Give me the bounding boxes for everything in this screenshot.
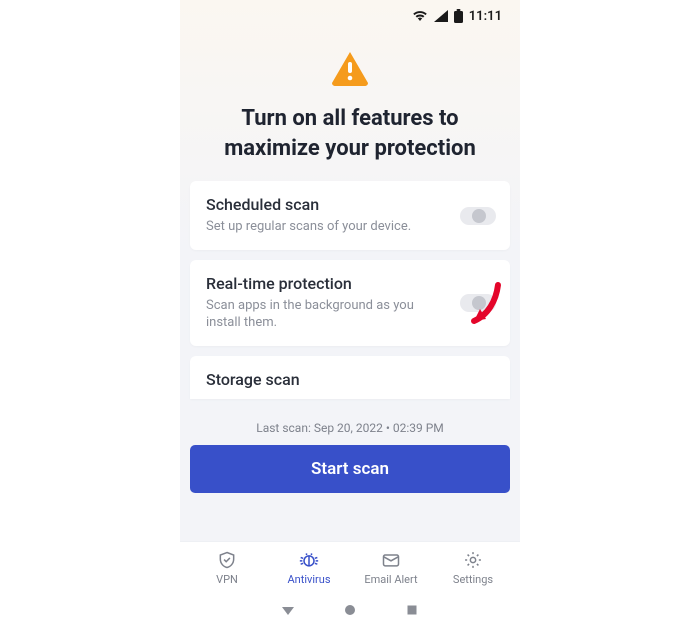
hero-title-line1: Turn on all features to: [241, 106, 458, 131]
shield-icon: [217, 550, 237, 570]
realtime-protection-toggle[interactable]: [460, 294, 496, 312]
feature-list: Scheduled scan Set up regular scans of y…: [180, 181, 520, 407]
status-bar: 11:11: [180, 0, 520, 30]
nav-label: Settings: [453, 573, 493, 586]
scheduled-scan-toggle[interactable]: [460, 207, 496, 225]
feature-desc: Scan apps in the background as you insta…: [206, 297, 446, 332]
wifi-icon: [412, 10, 428, 22]
cellular-icon: [434, 10, 448, 22]
last-scan-text: Last scan: Sep 20, 2022 • 02:39 PM: [180, 407, 520, 445]
feature-scheduled-scan[interactable]: Scheduled scan Set up regular scans of y…: [190, 181, 510, 250]
hero: Turn on all features to maximize your pr…: [180, 30, 520, 181]
feature-storage-scan[interactable]: Storage scan: [190, 356, 510, 399]
nav-vpn[interactable]: VPN: [186, 550, 268, 586]
phone-frame: 11:11 Turn on all features to maximize y…: [180, 0, 520, 630]
feature-desc: Set up regular scans of your device.: [206, 218, 446, 236]
battery-icon: [454, 9, 463, 23]
bottom-nav: VPN Antivirus Email Alert Settings: [180, 541, 520, 592]
feature-realtime-protection[interactable]: Real-time protection Scan apps in the ba…: [190, 260, 510, 346]
back-softkey[interactable]: [281, 602, 295, 621]
nav-settings[interactable]: Settings: [432, 550, 514, 586]
home-softkey[interactable]: [343, 602, 357, 621]
gear-icon: [463, 550, 483, 570]
hero-title: Turn on all features to maximize your pr…: [200, 104, 500, 163]
nav-label: Antivirus: [288, 573, 331, 586]
feature-title: Scheduled scan: [206, 195, 446, 214]
nav-label: VPN: [216, 573, 238, 586]
start-scan-button[interactable]: Start scan: [190, 445, 510, 493]
nav-antivirus[interactable]: Antivirus: [268, 550, 350, 586]
bug-icon: [299, 550, 319, 570]
feature-title: Real-time protection: [206, 274, 446, 293]
nav-email-alert[interactable]: Email Alert: [350, 550, 432, 586]
stage: 11:11 Turn on all features to maximize y…: [0, 0, 700, 630]
android-softkeys: [180, 592, 520, 630]
hero-title-line2: maximize your protection: [224, 136, 476, 161]
feature-title: Storage scan: [206, 370, 446, 389]
warning-icon: [200, 50, 500, 90]
nav-label: Email Alert: [364, 573, 417, 586]
recent-softkey[interactable]: [405, 602, 419, 621]
status-time: 11:11: [469, 9, 502, 24]
mail-icon: [381, 550, 401, 570]
